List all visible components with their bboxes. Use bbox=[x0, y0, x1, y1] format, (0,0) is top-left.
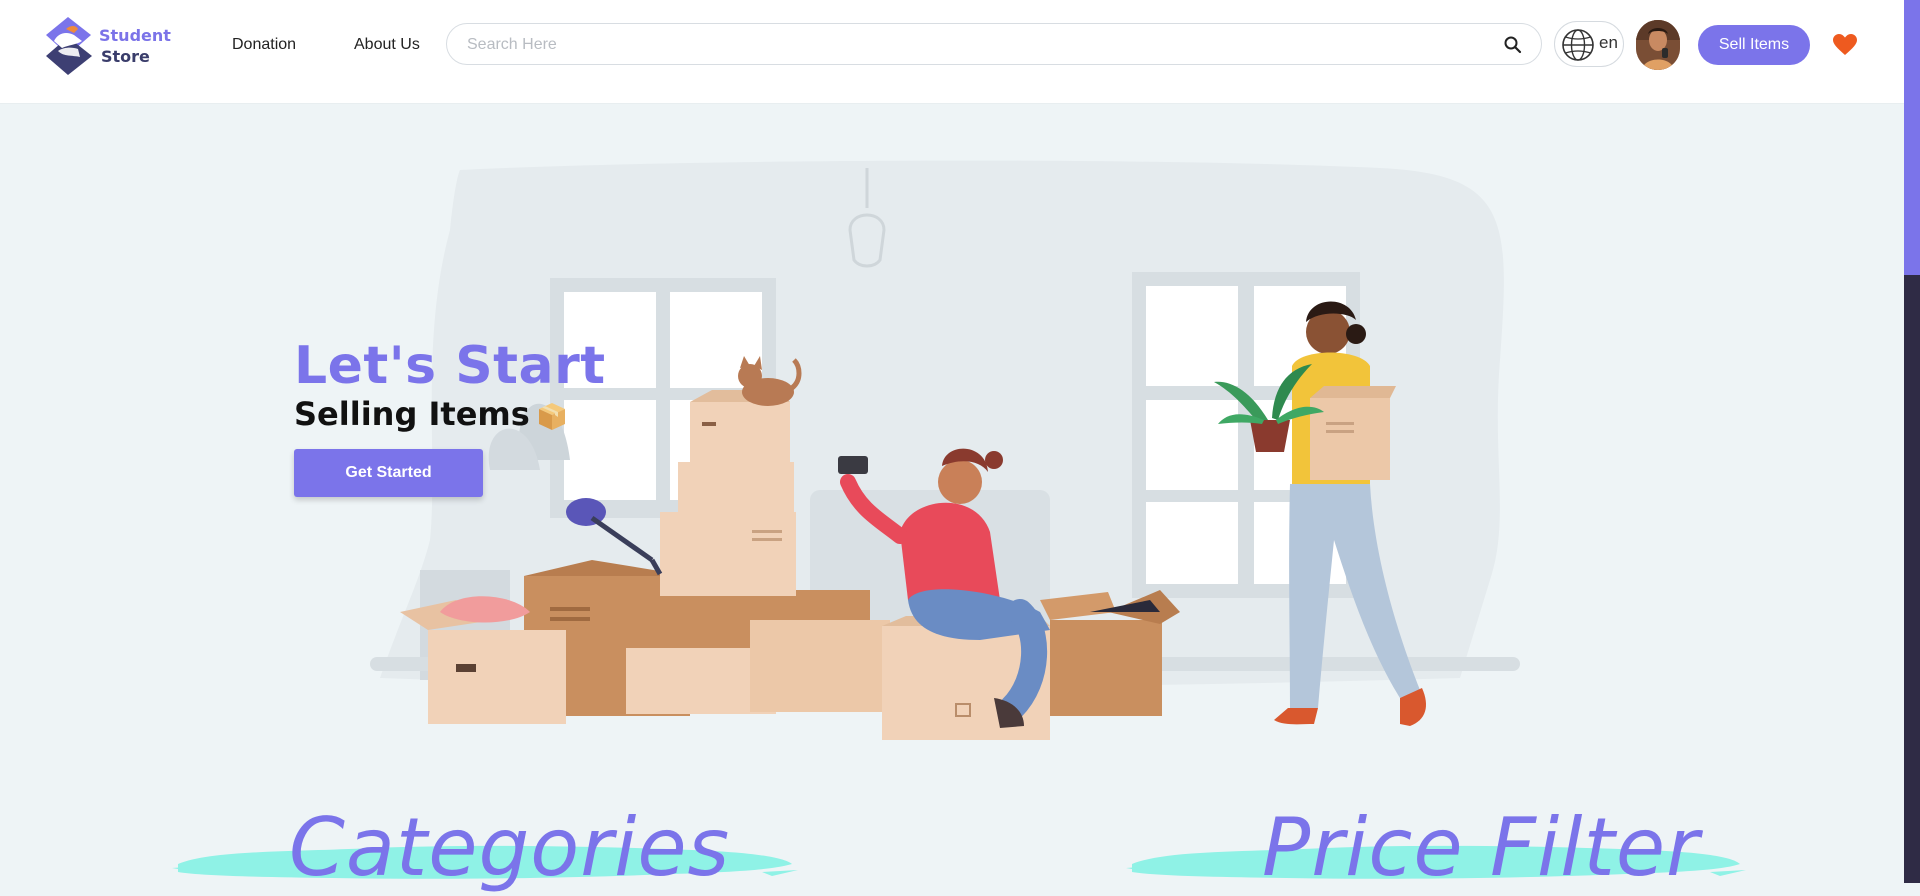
get-started-button[interactable]: Get Started bbox=[294, 449, 483, 497]
hero-subtitle-text: Selling Items bbox=[294, 395, 530, 433]
sell-items-button[interactable]: Sell Items bbox=[1698, 25, 1810, 65]
hero-illustration bbox=[370, 160, 1520, 740]
page-scrollbar-thumb[interactable] bbox=[1904, 0, 1920, 275]
price-filter-heading: Price Filter bbox=[1262, 801, 1700, 894]
top-navbar: Student Store Donation About Us en bbox=[0, 0, 1904, 104]
language-selector[interactable]: en bbox=[1554, 21, 1624, 67]
logo-mark bbox=[46, 17, 92, 75]
brand-logo[interactable]: Student Store bbox=[44, 15, 174, 77]
heart-icon[interactable] bbox=[1832, 33, 1858, 57]
brand-name-line1: Student bbox=[99, 26, 171, 45]
globe-icon bbox=[1562, 29, 1594, 61]
brand-name: Student Store bbox=[99, 25, 171, 67]
language-code: en bbox=[1599, 33, 1618, 52]
hero-subtitle: Selling Items bbox=[294, 392, 568, 436]
brand-name-line2: Store bbox=[101, 47, 150, 66]
search-icon[interactable] bbox=[1503, 35, 1523, 55]
package-icon bbox=[538, 403, 565, 430]
nav-donation-link[interactable]: Donation bbox=[232, 36, 296, 54]
search-bar bbox=[446, 23, 1542, 66]
avatar-image bbox=[1636, 20, 1680, 70]
nav-about-link[interactable]: About Us bbox=[354, 36, 420, 54]
categories-heading: Categories bbox=[289, 801, 731, 894]
user-avatar[interactable] bbox=[1636, 20, 1680, 70]
hero-title: Let's Start bbox=[294, 336, 606, 396]
search-input[interactable] bbox=[465, 24, 1489, 66]
